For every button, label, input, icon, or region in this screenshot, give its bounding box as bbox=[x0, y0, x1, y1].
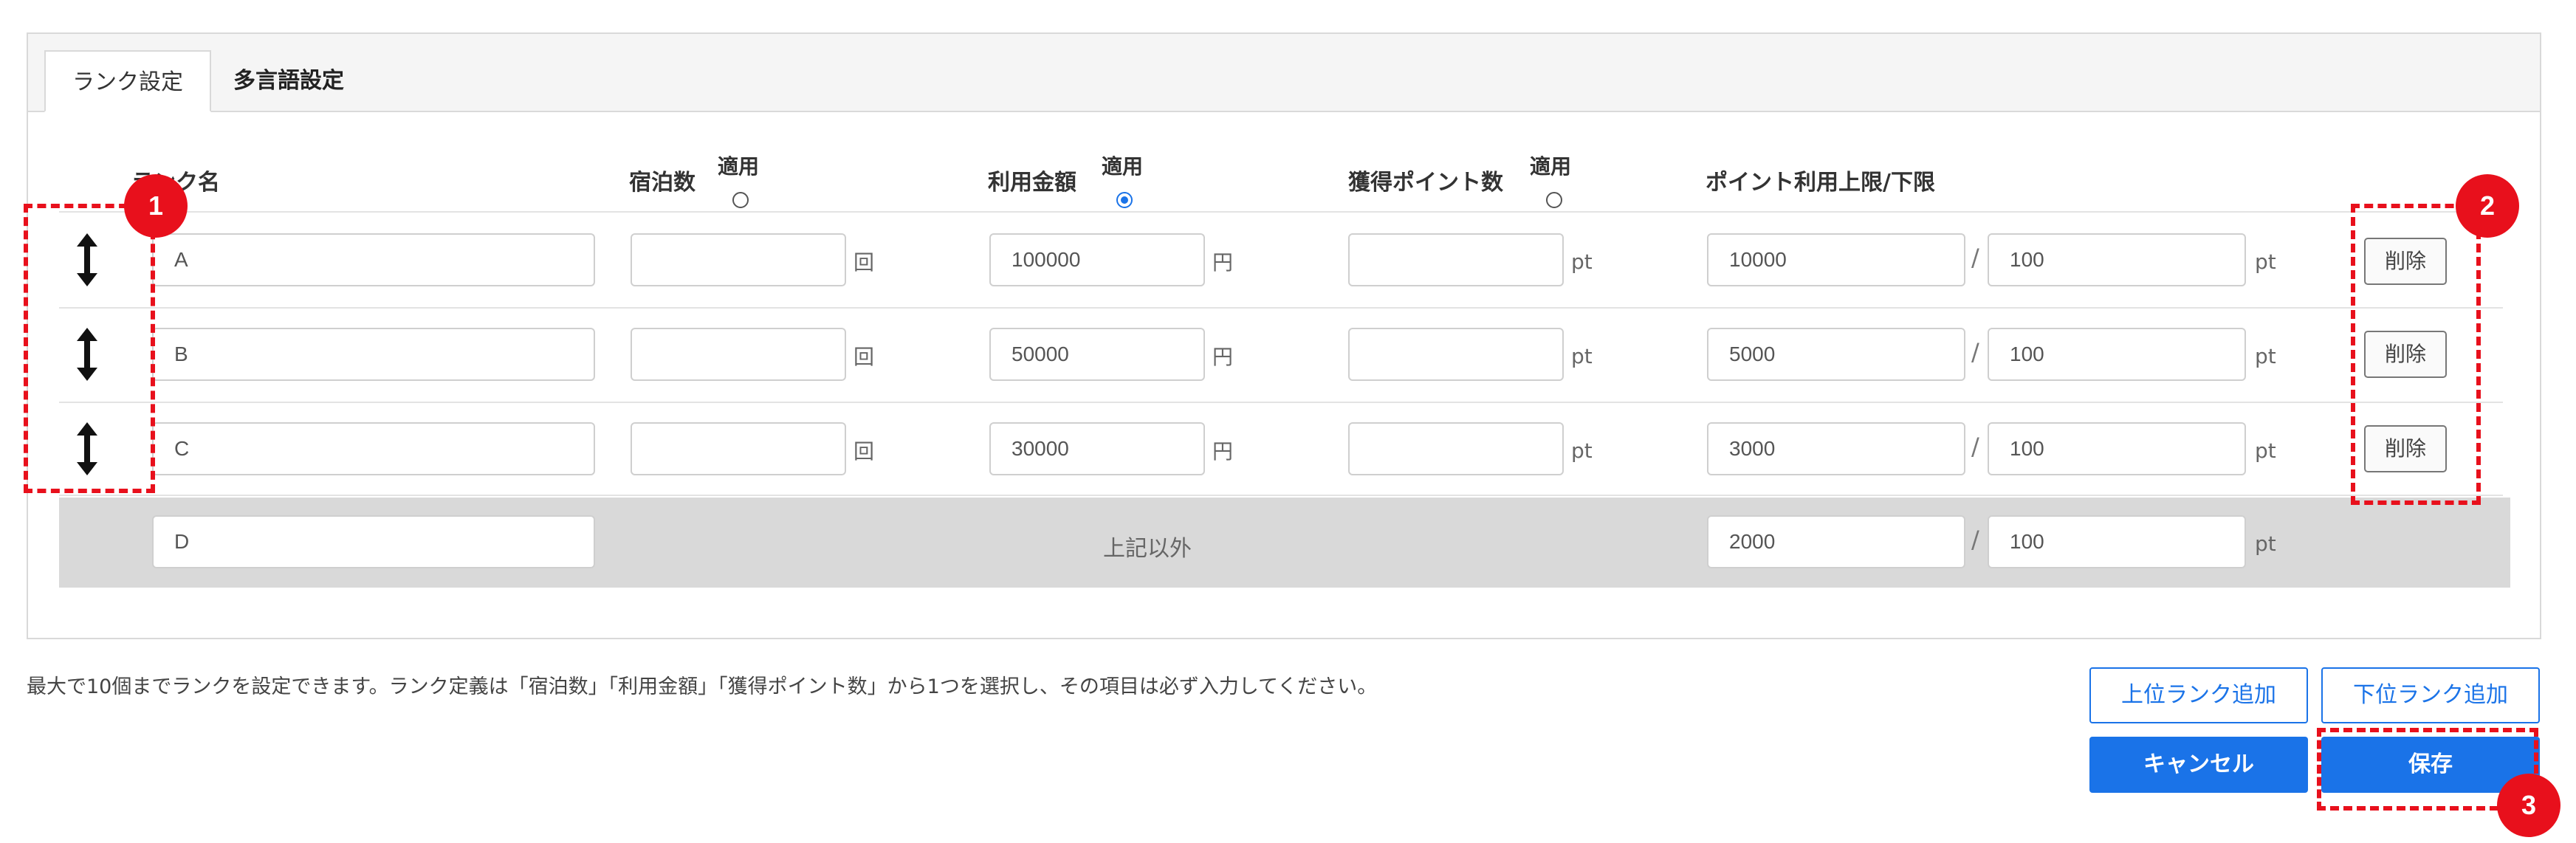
amount-input[interactable]: 30000 bbox=[989, 422, 1205, 475]
header-amount-apply: 適用 bbox=[1102, 154, 1144, 179]
limit-unit: pt bbox=[2255, 438, 2276, 463]
limit-lower-input[interactable]: 100 bbox=[1988, 515, 2246, 568]
callout-box-drag-handles bbox=[24, 204, 155, 493]
add-lower-rank-button[interactable]: 下位ランク追加 bbox=[2321, 667, 2540, 723]
add-upper-rank-button[interactable]: 上位ランク追加 bbox=[2089, 667, 2308, 723]
tab-rank-settings[interactable]: ランク設定 bbox=[44, 50, 211, 112]
header-amount: 利用金額 bbox=[988, 170, 1076, 196]
header-point-limit: ポイント利用上限/下限 bbox=[1706, 170, 1935, 196]
header-points: 獲得ポイント数 bbox=[1348, 170, 1503, 196]
row-divider bbox=[59, 495, 2503, 496]
amount-input[interactable]: 100000 bbox=[989, 233, 1205, 286]
amount-input[interactable]: 50000 bbox=[989, 328, 1205, 381]
points-unit: pt bbox=[1571, 344, 1593, 368]
limit-unit: pt bbox=[2255, 250, 2276, 274]
limit-unit: pt bbox=[2255, 344, 2276, 368]
rank-name-input[interactable]: A bbox=[152, 233, 595, 286]
header-stays: 宿泊数 bbox=[629, 170, 695, 196]
stays-apply-radio[interactable] bbox=[732, 192, 749, 208]
amount-unit: 円 bbox=[1212, 345, 1234, 369]
stays-input[interactable] bbox=[631, 233, 846, 286]
callout-badge: 1 bbox=[124, 174, 188, 238]
points-unit: pt bbox=[1571, 250, 1593, 274]
points-unit: pt bbox=[1571, 438, 1593, 463]
limit-separator: / bbox=[1971, 244, 1979, 272]
rank-name-input[interactable]: C bbox=[152, 422, 595, 475]
stays-unit: 回 bbox=[853, 439, 875, 464]
limit-separator: / bbox=[1971, 338, 1979, 366]
stays-unit: 回 bbox=[853, 250, 875, 275]
points-input[interactable] bbox=[1348, 233, 1564, 286]
stays-input[interactable] bbox=[631, 328, 846, 381]
limit-upper-input[interactable]: 2000 bbox=[1707, 515, 1965, 568]
rank-name-input[interactable]: B bbox=[152, 328, 595, 381]
limit-upper-input[interactable]: 5000 bbox=[1707, 328, 1965, 381]
limit-separator: / bbox=[1971, 433, 1979, 461]
tab-bar: ランク設定 多言語設定 bbox=[28, 34, 2540, 112]
limit-upper-input[interactable]: 3000 bbox=[1707, 422, 1965, 475]
amount-unit: 円 bbox=[1212, 250, 1234, 275]
row-divider bbox=[59, 307, 2503, 309]
callout-badge: 3 bbox=[2497, 774, 2560, 837]
tab-multilingual[interactable]: 多言語設定 bbox=[233, 50, 344, 112]
header-points-apply: 適用 bbox=[1530, 154, 1572, 179]
points-input[interactable] bbox=[1348, 422, 1564, 475]
row-divider bbox=[59, 402, 2503, 403]
limit-lower-input[interactable]: 100 bbox=[1988, 233, 2246, 286]
stays-unit: 回 bbox=[853, 345, 875, 369]
default-rank-label: 上記以外 bbox=[1103, 536, 1192, 562]
points-input[interactable] bbox=[1348, 328, 1564, 381]
limit-upper-input[interactable]: 10000 bbox=[1707, 233, 1965, 286]
callout-badge: 2 bbox=[2456, 174, 2519, 238]
amount-unit: 円 bbox=[1212, 439, 1234, 464]
row-divider bbox=[59, 211, 2503, 213]
points-apply-radio[interactable] bbox=[1546, 192, 1562, 208]
limit-unit: pt bbox=[2255, 531, 2276, 556]
limit-lower-input[interactable]: 100 bbox=[1988, 328, 2246, 381]
rank-name-input[interactable]: D bbox=[152, 515, 595, 568]
limit-separator: / bbox=[1971, 526, 1979, 554]
callout-box-delete-buttons bbox=[2351, 204, 2481, 505]
header-stays-apply: 適用 bbox=[718, 154, 760, 179]
help-note: 最大で10個までランクを設定できます。ランク定義は「宿泊数」「利用金額」「獲得ポ… bbox=[27, 675, 1378, 698]
limit-lower-input[interactable]: 100 bbox=[1988, 422, 2246, 475]
cancel-button[interactable]: キャンセル bbox=[2089, 737, 2308, 793]
amount-apply-radio[interactable] bbox=[1116, 192, 1133, 208]
stays-input[interactable] bbox=[631, 422, 846, 475]
